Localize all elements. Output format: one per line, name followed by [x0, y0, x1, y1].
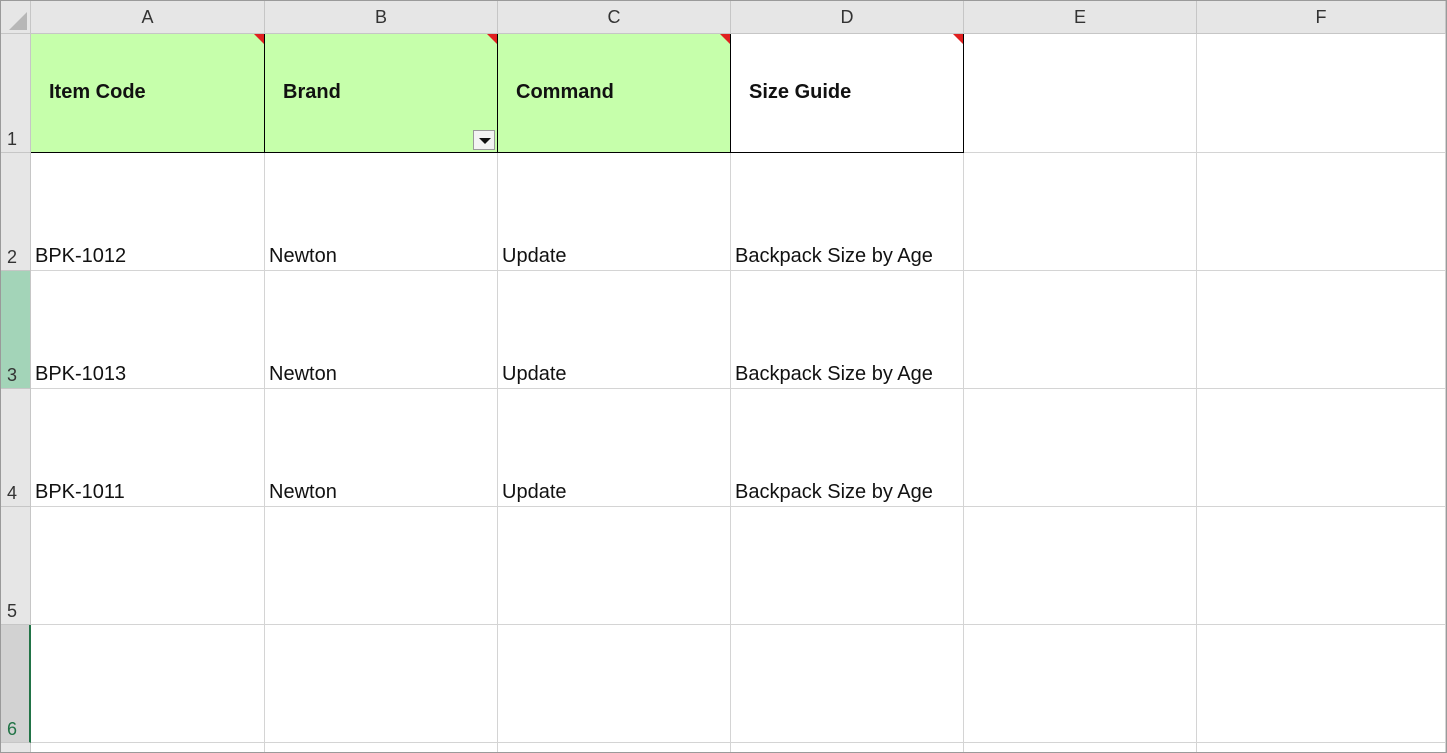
cell-d5[interactable] [731, 507, 964, 625]
comment-indicator-icon[interactable] [487, 34, 497, 44]
size-guide-value: Backpack Size by Age [735, 363, 933, 385]
row-header-1[interactable]: 1 [1, 34, 31, 153]
cell-e5[interactable] [964, 507, 1197, 625]
cell-c5[interactable] [498, 507, 731, 625]
header-command: Command [516, 81, 614, 103]
cell-d4[interactable]: Backpack Size by Age [731, 389, 964, 507]
command-value: Update [502, 481, 567, 503]
cell-c4[interactable]: Update [498, 389, 731, 507]
comment-indicator-icon[interactable] [953, 34, 963, 44]
command-value: Update [502, 245, 567, 267]
cell-a5[interactable] [31, 507, 265, 625]
cell-d6[interactable] [731, 625, 964, 743]
cell-f4[interactable] [1197, 389, 1446, 507]
cell-f7[interactable] [1197, 743, 1446, 753]
cell-b2[interactable]: Newton [265, 153, 498, 271]
cell-e7[interactable] [964, 743, 1197, 753]
row-header-5[interactable]: 5 [1, 507, 31, 625]
cell-f2[interactable] [1197, 153, 1446, 271]
header-size-guide: Size Guide [749, 81, 852, 103]
comment-indicator-icon[interactable] [254, 34, 264, 44]
cell-a2[interactable]: BPK-1012 [31, 153, 265, 271]
header-item-code: Item Code [49, 81, 146, 103]
filter-dropdown-button[interactable] [473, 130, 495, 150]
row-number: 3 [7, 365, 18, 385]
cell-c3[interactable]: Update [498, 271, 731, 389]
column-header-f[interactable]: F [1197, 1, 1446, 34]
cell-a3[interactable]: BPK-1013 [31, 271, 265, 389]
row-header-2[interactable]: 2 [1, 153, 31, 271]
item-code-value: BPK-1012 [35, 245, 127, 267]
cell-e2[interactable] [964, 153, 1197, 271]
cell-f1[interactable] [1197, 34, 1446, 153]
row-number: 2 [7, 247, 18, 267]
cell-f6[interactable] [1197, 625, 1446, 743]
cell-a7[interactable] [31, 743, 265, 753]
row-header-6[interactable]: 6 [1, 625, 31, 743]
cell-f5[interactable] [1197, 507, 1446, 625]
cell-e4[interactable] [964, 389, 1197, 507]
column-header-b[interactable]: B [265, 1, 498, 34]
column-header-c[interactable]: C [498, 1, 731, 34]
cell-c6[interactable] [498, 625, 731, 743]
cell-e1[interactable] [964, 34, 1197, 153]
cell-a4[interactable]: BPK-1011 [31, 389, 265, 507]
cell-b6[interactable] [265, 625, 498, 743]
cell-c2[interactable]: Update [498, 153, 731, 271]
row-header-4[interactable]: 4 [1, 389, 31, 507]
cell-e3[interactable] [964, 271, 1197, 389]
brand-value: Newton [269, 481, 337, 503]
cell-e6[interactable] [964, 625, 1197, 743]
row-number: 6 [7, 719, 18, 739]
cell-a1[interactable]: Item Code [31, 34, 265, 153]
spreadsheet-grid: A B C D E F 1 2 3 4 5 6 Item Code Brand … [0, 0, 1447, 753]
select-all-icon [9, 12, 27, 30]
column-header-a[interactable]: A [31, 1, 265, 34]
cell-b4[interactable]: Newton [265, 389, 498, 507]
cell-b5[interactable] [265, 507, 498, 625]
cell-d2[interactable]: Backpack Size by Age [731, 153, 964, 271]
header-brand: Brand [283, 81, 341, 103]
row-number: 1 [7, 129, 18, 149]
comment-indicator-icon[interactable] [720, 34, 730, 44]
cell-f3[interactable] [1197, 271, 1446, 389]
cell-a6[interactable] [31, 625, 265, 743]
item-code-value: BPK-1011 [35, 481, 125, 503]
row-header-7[interactable] [1, 743, 31, 753]
cell-b7[interactable] [265, 743, 498, 753]
brand-value: Newton [269, 245, 337, 267]
cell-d7[interactable] [731, 743, 964, 753]
size-guide-value: Backpack Size by Age [735, 481, 933, 503]
cell-b1[interactable]: Brand [265, 34, 498, 153]
column-header-d[interactable]: D [731, 1, 964, 34]
item-code-value: BPK-1013 [35, 363, 127, 385]
size-guide-value: Backpack Size by Age [735, 245, 933, 267]
cell-d3[interactable]: Backpack Size by Age [731, 271, 964, 389]
cell-d1[interactable]: Size Guide [731, 34, 964, 153]
cell-c1[interactable]: Command [498, 34, 731, 153]
row-number: 4 [7, 483, 18, 503]
select-all-button[interactable] [1, 1, 31, 34]
cell-b3[interactable]: Newton [265, 271, 498, 389]
chevron-down-icon [479, 138, 491, 144]
row-number: 5 [7, 601, 18, 621]
row-header-3[interactable]: 3 [1, 271, 31, 389]
cell-c7[interactable] [498, 743, 731, 753]
brand-value: Newton [269, 363, 337, 385]
command-value: Update [502, 363, 567, 385]
column-header-e[interactable]: E [964, 1, 1197, 34]
